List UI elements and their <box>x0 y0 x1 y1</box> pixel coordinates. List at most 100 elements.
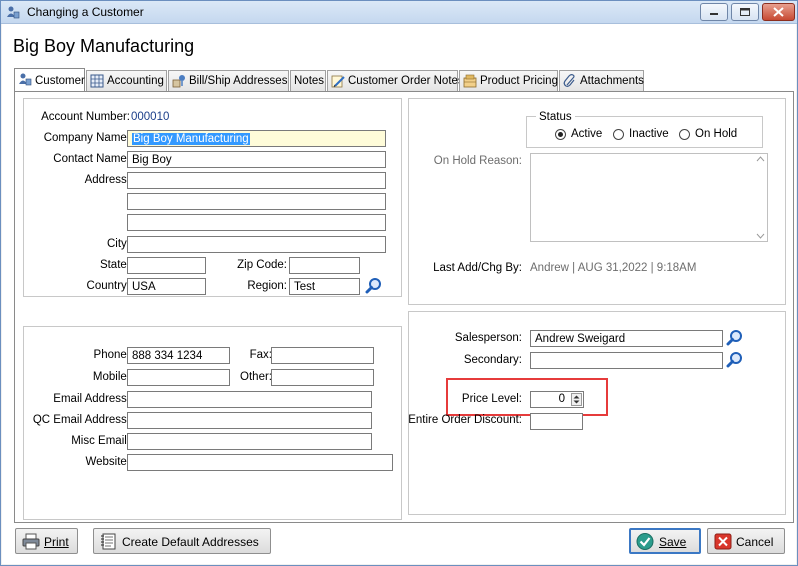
cancel-button[interactable]: Cancel <box>707 528 785 554</box>
customer-icon <box>19 73 32 86</box>
window-content: Big Boy Manufacturing Customer Accountin… <box>2 24 796 564</box>
close-icon <box>773 7 784 17</box>
company-name-selected-text: Big Boy Manufacturing <box>132 133 250 145</box>
window-title: Changing a Customer <box>27 5 144 19</box>
misc-email-input[interactable] <box>127 433 372 450</box>
last-change-value: Andrew | AUG 31,2022 | 9:18AM <box>530 262 697 274</box>
country-input[interactable]: USA <box>127 278 206 295</box>
fax-input[interactable] <box>271 347 374 364</box>
price-level-label: Price Level: <box>461 393 522 405</box>
customer-window: Changing a Customer Big Boy Manufacturin… <box>0 0 798 566</box>
tab-notes[interactable]: Notes <box>290 70 326 91</box>
secondary-label: Secondary: <box>463 354 522 366</box>
city-input[interactable] <box>127 236 386 253</box>
phone-label: Phone: <box>93 349 130 361</box>
tab-customer-order-notes[interactable]: Customer Order Notes <box>327 70 464 91</box>
maximize-icon <box>740 8 750 16</box>
state-label: State: <box>99 259 130 271</box>
address-icon <box>172 75 185 88</box>
tab-order-notes-label: Customer Order Notes <box>348 75 464 87</box>
customer-details-group: Account Number: 000010 Company Name: Big… <box>23 98 402 297</box>
status-group: Status Active Inactive On Hold On Hold R… <box>408 98 786 305</box>
address-book-icon <box>101 533 116 550</box>
company-name-input[interactable]: Big Boy Manufacturing <box>127 130 386 147</box>
paperclip-icon <box>563 74 575 87</box>
status-group-label: Status <box>536 111 575 123</box>
zip-code-label: Zip Code: <box>237 259 287 271</box>
region-search-icon[interactable] <box>365 277 383 295</box>
customer-tab-page: Account Number: 000010 Company Name: Big… <box>14 91 794 523</box>
secondary-input[interactable] <box>530 352 723 369</box>
phone-input[interactable]: 888 334 1234 <box>127 347 230 364</box>
secondary-search-icon[interactable] <box>726 351 744 369</box>
salesperson-search-icon[interactable] <box>726 329 744 347</box>
tab-bill-ship-addresses[interactable]: Bill/Ship Addresses <box>168 70 289 91</box>
tab-customer[interactable]: Customer <box>14 68 85 91</box>
qc-email-label: QC Email Address: <box>32 414 130 426</box>
minimize-button[interactable] <box>700 3 728 21</box>
qc-email-input[interactable] <box>127 412 372 429</box>
tab-product-pricing[interactable]: Product Pricing <box>459 70 558 91</box>
tab-bill-ship-label: Bill/Ship Addresses <box>189 75 288 87</box>
radio-selected-icon <box>555 129 566 140</box>
save-button-label: Save <box>659 535 687 549</box>
accounting-icon <box>90 74 104 88</box>
radio-empty-icon <box>679 129 690 140</box>
company-name-label: Company Name: <box>43 132 130 144</box>
spin-up-down-icon <box>573 395 580 404</box>
on-hold-reason-textarea[interactable] <box>530 153 768 242</box>
tab-attachments[interactable]: Attachments <box>559 70 644 91</box>
sales-group: Salesperson: Andrew Sweigard Secondary: … <box>408 311 786 515</box>
spinner-arrows[interactable] <box>571 393 582 406</box>
scroll-up-icon[interactable] <box>756 156 765 162</box>
mobile-input[interactable] <box>127 369 230 386</box>
minimize-icon <box>710 13 718 15</box>
price-level-spinner[interactable]: 0 <box>530 391 584 408</box>
state-input[interactable] <box>127 257 206 274</box>
save-button[interactable]: Save <box>629 528 701 554</box>
zip-code-input[interactable] <box>289 257 360 274</box>
printer-icon <box>22 533 40 550</box>
customer-app-icon <box>7 6 20 19</box>
contact-info-group: Phone: 888 334 1234 Fax: Mobile: Other: … <box>23 326 402 520</box>
radio-empty-icon <box>613 129 624 140</box>
status-active-label: Active <box>571 128 603 140</box>
tab-attachments-label: Attachments <box>580 75 644 87</box>
order-notes-icon <box>331 75 345 88</box>
address-line-1-input[interactable] <box>127 172 386 189</box>
email-input[interactable] <box>127 391 372 408</box>
status-inactive-label: Inactive <box>629 128 669 140</box>
salesperson-input[interactable]: Andrew Sweigard <box>530 330 723 347</box>
contact-name-label: Contact Name: <box>53 153 130 165</box>
maximize-button[interactable] <box>731 3 759 21</box>
print-button[interactable]: Print <box>15 528 78 554</box>
on-hold-reason-label: On Hold Reason: <box>433 155 522 167</box>
tab-customer-label: Customer <box>35 75 85 87</box>
account-number-label: Account Number: <box>41 111 130 123</box>
region-label: Region: <box>247 280 287 292</box>
close-window-button[interactable] <box>762 3 795 21</box>
page-title: Big Boy Manufacturing <box>13 36 195 56</box>
cancel-x-icon <box>714 533 732 550</box>
address-line-3-input[interactable] <box>127 214 386 231</box>
salesperson-label: Salesperson: <box>454 332 522 344</box>
other-label: Other: <box>240 371 272 383</box>
account-number-value: 000010 <box>131 111 170 123</box>
address-line-2-input[interactable] <box>127 193 386 210</box>
country-label: Country: <box>86 280 130 292</box>
region-input[interactable]: Test <box>289 278 360 295</box>
scroll-down-icon[interactable] <box>756 233 765 239</box>
website-label: Website: <box>85 456 130 468</box>
create-default-addresses-label: Create Default Addresses <box>122 535 259 549</box>
entire-order-discount-input[interactable] <box>530 413 583 430</box>
pricing-icon <box>463 74 477 88</box>
tab-accounting[interactable]: Accounting <box>86 70 167 91</box>
other-phone-input[interactable] <box>271 369 374 386</box>
print-button-label: Print <box>44 535 69 549</box>
create-default-addresses-button[interactable]: Create Default Addresses <box>93 528 271 554</box>
contact-name-input[interactable]: Big Boy <box>127 151 386 168</box>
status-on-hold-label: On Hold <box>695 128 738 140</box>
tab-notes-label: Notes <box>294 75 325 87</box>
website-input[interactable] <box>127 454 393 471</box>
address-label: Address: <box>84 174 130 186</box>
